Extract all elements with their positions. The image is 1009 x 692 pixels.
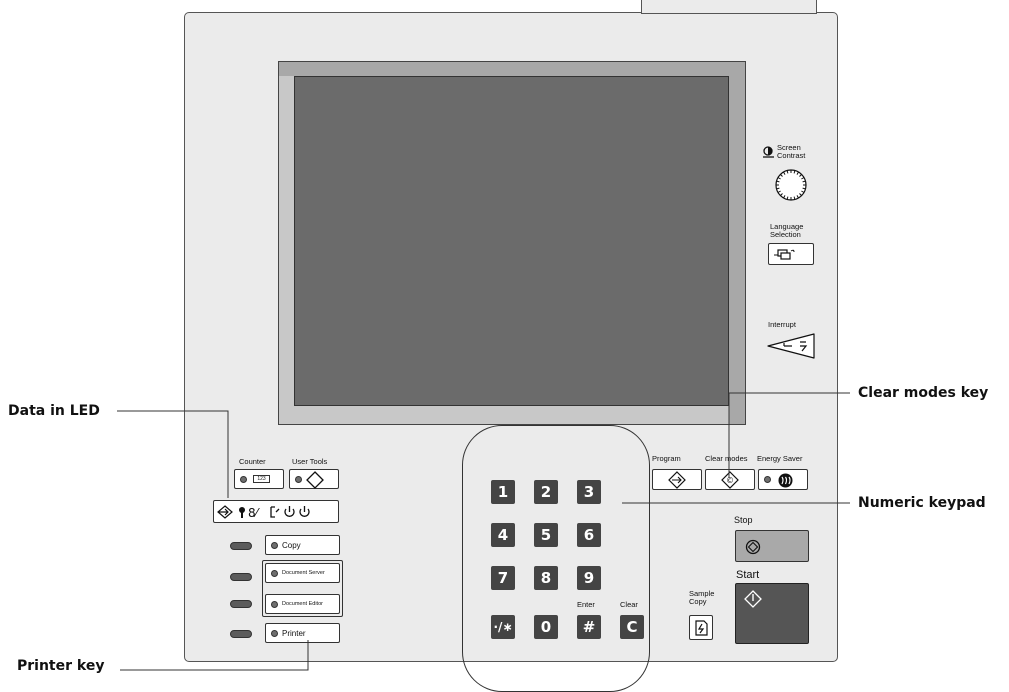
printer-key-callout: Printer key <box>17 658 105 674</box>
data-in-led-callout: Data in LED <box>8 403 100 419</box>
callout-lines <box>117 392 850 671</box>
numeric-keypad-callout: Numeric keypad <box>858 495 986 511</box>
clear-modes-key-callout: Clear modes key <box>858 385 989 401</box>
